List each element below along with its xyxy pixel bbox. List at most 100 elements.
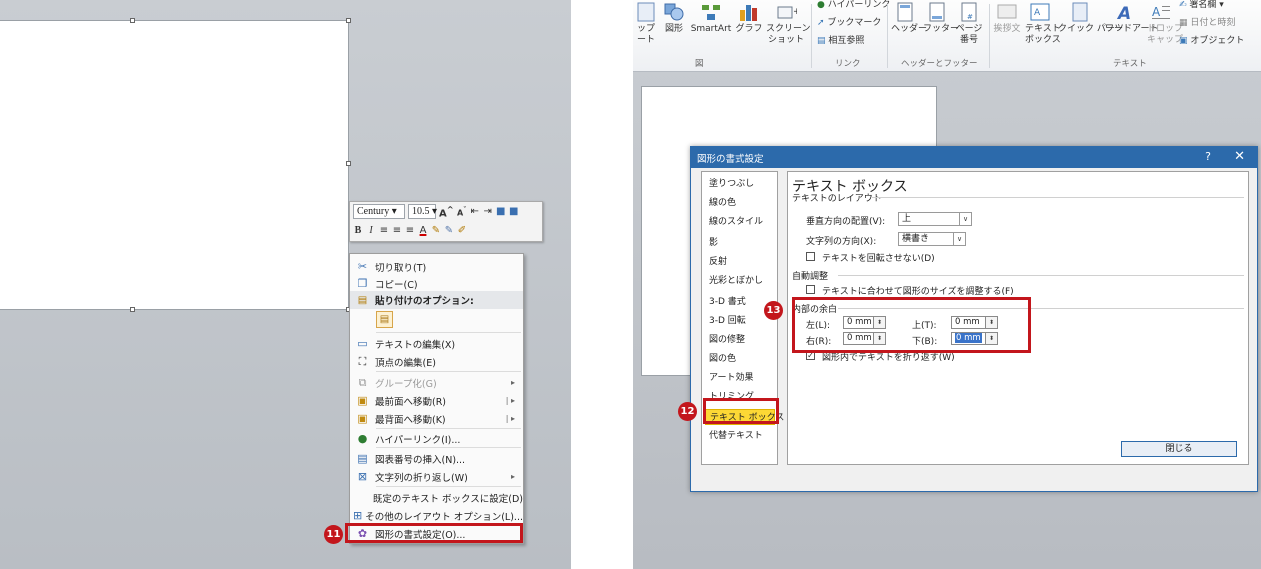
ribbon-screenshot[interactable]: + スクリーン ショット xyxy=(766,2,811,46)
wordart-icon: A xyxy=(1116,4,1131,22)
ribbon-insert: ップ ート 図形 SmartArt グラフ + スクリーン ショット 図 ● ハ… xyxy=(633,0,1261,72)
bold-icon[interactable]: B xyxy=(353,224,363,238)
menu-item-send-back[interactable]: ▣ 最背面へ移動(K) | ▸ xyxy=(350,409,523,428)
category-alt-text[interactable]: 代替テキスト xyxy=(705,428,775,444)
svg-text:A: A xyxy=(1152,5,1161,19)
quick-parts-icon xyxy=(1072,2,1088,22)
resize-handle[interactable] xyxy=(346,18,351,23)
increase-indent-icon[interactable]: ⇥ xyxy=(483,205,493,219)
paste-options-header: ▤ 貼り付けのオプション: xyxy=(350,291,523,309)
resize-handle[interactable] xyxy=(130,307,135,312)
text-direction-select[interactable]: 横書き ∨ xyxy=(898,232,966,246)
grow-font-icon[interactable]: A^ xyxy=(439,202,454,221)
autofit-label: テキストに合わせて図形のサイズを調整する(F) xyxy=(822,287,1014,297)
text-direction-label: 文字列の方向(X): xyxy=(806,237,877,247)
font-size-combo[interactable]: 10.5 ▾ xyxy=(408,204,437,219)
layout-icon: ⊞ xyxy=(352,509,363,522)
ribbon-greeting[interactable]: 挨拶文 xyxy=(993,2,1021,35)
align-left-icon[interactable]: ≡ xyxy=(379,224,389,238)
menu-item-edit-text[interactable]: ▭ テキストの編集(X) xyxy=(350,334,523,353)
shrink-font-icon[interactable]: Aˇ xyxy=(457,203,467,221)
close-button[interactable]: 閉じる xyxy=(1121,441,1237,457)
shading-icon[interactable]: ✎ xyxy=(444,224,454,238)
greeting-icon xyxy=(997,4,1017,19)
font-name-combo[interactable]: Century ▾ xyxy=(353,204,405,219)
vertical-align-label: 垂直方向の配置(V): xyxy=(806,217,886,227)
ribbon-header[interactable]: ヘッダー xyxy=(891,2,927,35)
resize-handle[interactable] xyxy=(346,161,351,166)
highlight-icon[interactable]: ✎ xyxy=(431,224,441,238)
italic-icon[interactable]: I xyxy=(366,224,376,238)
format-brush-icon[interactable]: ✐ xyxy=(457,224,467,238)
category-picture-color[interactable]: 図の色 xyxy=(705,351,775,367)
ribbon-group-links: リンク xyxy=(835,59,861,69)
vertical-align-select[interactable]: 上 ∨ xyxy=(898,212,972,226)
context-menu: ✂ 切り取り(T) ❐ コピー(C) ▤ 貼り付けのオプション: ▤ ▭ テキス… xyxy=(349,253,524,544)
text-box-icon: A xyxy=(1030,3,1050,21)
align-center-icon[interactable]: ≡ xyxy=(392,224,402,238)
category-glow[interactable]: 光彩とぼかし xyxy=(705,273,775,289)
section-divider xyxy=(872,197,1244,198)
resize-handle[interactable] xyxy=(130,18,135,23)
menu-item-wrap-text[interactable]: ⊠ 文字列の折り返し(W) ▸ xyxy=(350,467,523,486)
ribbon-cross-reference[interactable]: ▤ 相互参照 xyxy=(817,36,881,47)
no-rotate-label: テキストを回転させない(D) xyxy=(822,254,935,264)
ribbon-bookmark[interactable]: ➚ ブックマーク xyxy=(817,18,881,29)
format-painter-icon[interactable]: ■ xyxy=(509,205,519,219)
category-reflection[interactable]: 反射 xyxy=(705,254,775,270)
align-right-icon[interactable]: ≡ xyxy=(405,224,415,238)
font-color-icon[interactable]: A xyxy=(418,224,428,238)
autofit-section-header: 自動調整 xyxy=(792,272,829,282)
ribbon-smartart[interactable]: SmartArt xyxy=(690,2,732,35)
svg-text:+: + xyxy=(793,7,797,17)
autofit-checkbox[interactable] xyxy=(806,285,815,294)
ribbon-quick-parts[interactable]: クイック パーツ xyxy=(1058,2,1124,35)
category-shadow[interactable]: 影 xyxy=(705,235,775,251)
no-rotate-checkbox[interactable] xyxy=(806,252,815,261)
paste-keep-source-icon[interactable]: ▤ xyxy=(376,311,393,328)
menu-item-insert-caption[interactable]: ▤ 図表番号の挿入(N)... xyxy=(350,449,523,468)
category-line-color[interactable]: 線の色 xyxy=(705,195,775,211)
menu-separator xyxy=(376,486,521,487)
highlight-box-internal-margins xyxy=(792,297,1031,353)
ribbon-text-box[interactable]: A テキスト ボックス xyxy=(1025,2,1061,46)
category-picture-corrections[interactable]: 図の修整 xyxy=(705,332,775,348)
category-artistic-effects[interactable]: アート効果 xyxy=(705,370,775,386)
ribbon-wordart[interactable]: A ワードアート xyxy=(1105,2,1158,35)
help-icon[interactable]: ? xyxy=(1205,150,1211,163)
ribbon-shapes[interactable]: 図形 xyxy=(661,2,687,35)
dropdown-arrow-icon: ∨ xyxy=(959,213,971,225)
step-badge-11: 11 xyxy=(324,525,343,544)
paste-icon: ▤ xyxy=(357,294,368,306)
document-textbox[interactable] xyxy=(0,18,351,312)
styles-icon[interactable]: ■ xyxy=(496,205,506,219)
category-line-style[interactable]: 線のスタイル xyxy=(705,214,775,230)
ribbon-hyperlink[interactable]: ● ハイパーリンク xyxy=(817,0,890,11)
drop-cap-icon: A xyxy=(1152,5,1170,19)
ribbon-chart[interactable]: グラフ xyxy=(734,2,764,35)
category-fill[interactable]: 塗りつぶし xyxy=(705,176,775,192)
menu-item-bring-front[interactable]: ▣ 最前面へ移動(R) | ▸ xyxy=(350,391,523,410)
menu-item-edit-points[interactable]: ⛶ 頂点の編集(E) xyxy=(350,352,523,371)
ribbon-object[interactable]: ▣ オブジェクト xyxy=(1179,36,1259,47)
hyperlink-icon: ● xyxy=(817,0,825,10)
ribbon-group-header-footer: ヘッダーとフッター xyxy=(901,59,978,69)
mini-toolbar: Century ▾ 10.5 ▾ A^ Aˇ ⇤ ⇥ ■ ■ B I ≡ ≡ ≡… xyxy=(349,201,543,242)
right-screenshot: ップ ート 図形 SmartArt グラフ + スクリーン ショット 図 ● ハ… xyxy=(633,0,1261,569)
decrease-indent-icon[interactable]: ⇤ xyxy=(470,205,480,219)
ribbon-date-time[interactable]: ▦ 日付と時刻 xyxy=(1179,18,1259,29)
ribbon-footer[interactable]: フッター xyxy=(923,2,959,35)
date-time-icon: ▦ xyxy=(1179,18,1188,28)
close-icon[interactable]: ✕ xyxy=(1234,149,1245,164)
menu-item-group: ⧉ グループ化(G) ▸ xyxy=(350,373,523,392)
text-edit-icon: ▭ xyxy=(357,337,368,350)
highlight-box-format-shape xyxy=(345,523,523,543)
ribbon-separator xyxy=(989,4,990,68)
ribbon-clipart[interactable]: ップ ート xyxy=(635,2,657,46)
menu-item-hyperlink[interactable]: ● ハイパーリンク(I)... xyxy=(350,429,523,448)
ribbon-page-number[interactable]: # ページ 番号 xyxy=(955,2,983,46)
menu-item-set-default-textbox[interactable]: 既定のテキスト ボックスに設定(D) xyxy=(350,488,523,507)
ribbon-drop-cap[interactable]: A ドロップ キャップ xyxy=(1147,2,1183,46)
ribbon-signature-line[interactable]: ✍ 署名欄 ▾ xyxy=(1179,0,1259,11)
svg-text:A: A xyxy=(1034,8,1041,18)
